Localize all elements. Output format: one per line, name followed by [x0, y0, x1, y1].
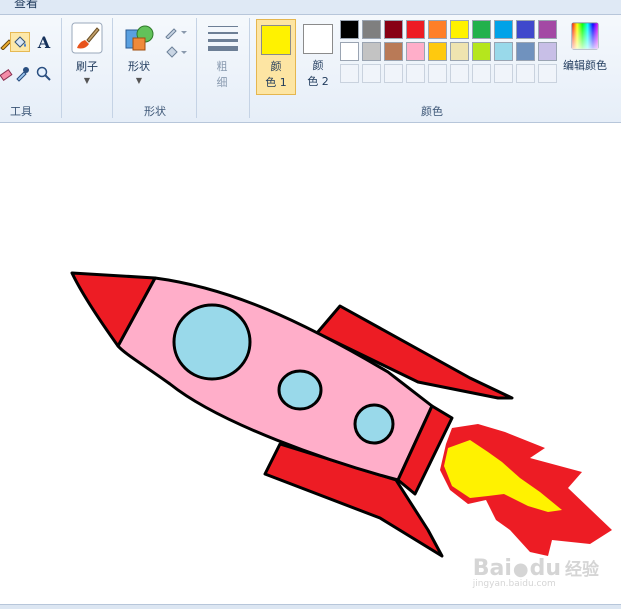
size-label-line1: 粗	[216, 60, 228, 73]
watermark-brand-2: du	[529, 556, 561, 581]
rocket-window-small	[353, 403, 395, 445]
eyedropper-icon	[16, 67, 29, 82]
palette-swatch[interactable]	[538, 42, 557, 61]
palette-swatch-empty[interactable]	[538, 64, 557, 83]
palette-swatch[interactable]	[538, 20, 557, 39]
brush-icon	[71, 22, 103, 54]
watermark-url: jingyan.baidu.com	[472, 579, 556, 589]
chevron-down-icon: ▼	[135, 76, 143, 85]
palette-swatch[interactable]	[516, 42, 535, 61]
tab-view[interactable]: 查看	[14, 0, 38, 11]
palette-swatch[interactable]	[384, 42, 403, 61]
size-label-line2: 细	[216, 76, 228, 89]
shapes-label: 形状	[128, 60, 150, 73]
palette-swatch-empty[interactable]	[450, 64, 469, 83]
fill-bucket-icon	[166, 46, 187, 58]
color-spectrum-icon	[571, 22, 599, 50]
palette-swatch-empty[interactable]	[516, 64, 535, 83]
fill-button[interactable]	[163, 42, 189, 62]
color2-swatch	[303, 24, 333, 54]
palette-swatch[interactable]	[384, 20, 403, 39]
palette-swatch[interactable]	[450, 42, 469, 61]
palette-swatch[interactable]	[340, 42, 359, 61]
color-palette	[340, 20, 557, 83]
color1-label-line1: 颜	[270, 60, 282, 73]
color1-label-line2: 色 1	[265, 76, 287, 89]
baidu-watermark: Bai ● du 经验 jingyan.baidu.com	[473, 555, 599, 589]
watermark-sub: 经验	[565, 560, 599, 580]
text-tool[interactable]: A	[34, 32, 54, 52]
shapes-button[interactable]: 形状 ▼	[120, 22, 158, 85]
group-label-shapes: 形状	[144, 105, 166, 118]
group-label-colors: 颜色	[421, 105, 443, 118]
watermark-brand: Bai	[472, 556, 512, 581]
fill-tool[interactable]	[10, 32, 30, 52]
color-picker-tool[interactable]	[12, 64, 32, 84]
color1-button[interactable]: 颜 色 1	[256, 19, 296, 95]
group-label-tools: 工具	[10, 105, 32, 118]
palette-swatch[interactable]	[428, 42, 447, 61]
ribbon: 查看 A 工具 刷子 ▼ 形状 ▼ 形状 粗 细 颜 色 1 颜 色 2 编辑颜…	[0, 0, 621, 123]
group-separator	[112, 18, 113, 118]
palette-swatch-empty[interactable]	[340, 64, 359, 83]
group-separator	[196, 18, 197, 118]
paw-icon: ●	[512, 559, 529, 580]
palette-swatch[interactable]	[472, 42, 491, 61]
status-bar	[0, 604, 621, 609]
edit-colors-button[interactable]: 编辑颜色	[559, 22, 611, 73]
outline-pencil-icon	[165, 28, 187, 39]
palette-swatch-empty[interactable]	[384, 64, 403, 83]
color1-swatch	[261, 25, 291, 55]
rocket-window-medium	[277, 369, 323, 411]
palette-swatch-empty[interactable]	[472, 64, 491, 83]
edit-colors-label: 编辑颜色	[563, 59, 607, 72]
ribbon-tab-bar: 查看	[0, 0, 621, 15]
shapes-icon	[125, 25, 154, 51]
color2-label-line1: 颜	[312, 59, 324, 72]
palette-swatch[interactable]	[362, 20, 381, 39]
palette-swatch-empty[interactable]	[494, 64, 513, 83]
size-button[interactable]: 粗 细	[203, 22, 241, 90]
rocket-window-large	[172, 303, 252, 381]
palette-swatch[interactable]	[406, 20, 425, 39]
line-width-icon	[208, 26, 238, 51]
magnifier-icon	[36, 66, 51, 81]
palette-swatch[interactable]	[516, 20, 535, 39]
magnifier-tool[interactable]	[34, 64, 54, 84]
rocket-body	[116, 276, 434, 482]
palette-swatch[interactable]	[494, 20, 513, 39]
paint-bucket-icon	[14, 36, 26, 48]
text-icon: A	[37, 32, 51, 52]
group-separator	[249, 18, 250, 118]
color2-button[interactable]: 颜 色 2	[298, 19, 338, 95]
group-separator	[61, 18, 62, 118]
palette-swatch[interactable]	[450, 20, 469, 39]
palette-swatch[interactable]	[428, 20, 447, 39]
palette-swatch[interactable]	[362, 42, 381, 61]
outline-button[interactable]	[163, 22, 189, 42]
palette-swatch[interactable]	[494, 42, 513, 61]
rocket-drawing	[70, 271, 612, 558]
palette-swatch-empty[interactable]	[428, 64, 447, 83]
palette-swatch[interactable]	[406, 42, 425, 61]
palette-swatch-empty[interactable]	[362, 64, 381, 83]
color2-label-line2: 色 2	[307, 75, 329, 88]
chevron-down-icon: ▼	[83, 76, 91, 85]
palette-swatch[interactable]	[472, 20, 491, 39]
palette-swatch-empty[interactable]	[406, 64, 425, 83]
drawing-canvas[interactable]: Bai ● du 经验 jingyan.baidu.com	[0, 123, 621, 605]
palette-swatch[interactable]	[340, 20, 359, 39]
brushes-label: 刷子	[76, 60, 98, 73]
brushes-button[interactable]: 刷子 ▼	[68, 22, 106, 85]
